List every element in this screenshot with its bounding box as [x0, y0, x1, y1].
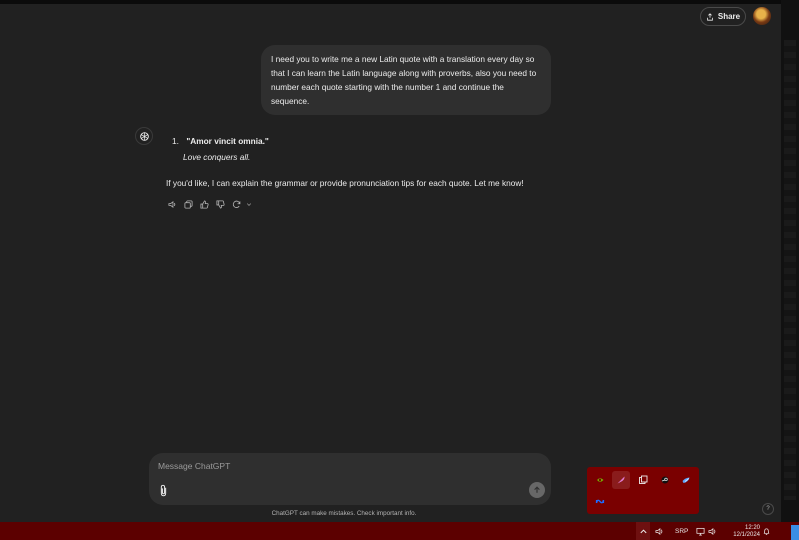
- notification-bell-icon[interactable]: [762, 522, 771, 540]
- assistant-followup: If you'd like, I can explain the grammar…: [166, 178, 524, 188]
- window-top-edge: [0, 0, 799, 4]
- send-button[interactable]: [529, 482, 545, 498]
- quote-number: 1.: [172, 136, 179, 146]
- bird-icon[interactable]: [677, 471, 695, 489]
- arrow-up-icon: [534, 486, 540, 493]
- chevron-up-icon: [639, 528, 647, 533]
- message-actions: [166, 198, 252, 210]
- clock-time: 12:20: [744, 525, 760, 531]
- copy-icon[interactable]: [182, 198, 194, 210]
- share-button[interactable]: Share: [700, 7, 746, 26]
- feather-icon[interactable]: [612, 471, 630, 489]
- desktop-wallpaper-strip: [784, 40, 796, 500]
- language-indicator[interactable]: SRP: [675, 522, 688, 540]
- regenerate-icon[interactable]: [230, 198, 242, 210]
- share-label: Share: [717, 12, 741, 21]
- user-message: I need you to write me a new Latin quote…: [261, 45, 551, 115]
- thumbs-up-icon[interactable]: [198, 198, 210, 210]
- quote-item: 1. "Amor vincit omnia.": [172, 136, 269, 146]
- copy-app-icon[interactable]: [634, 471, 652, 489]
- windows-taskbar: SRP 12:20 12/1/2024: [0, 522, 799, 540]
- chatgpt-logo-icon: [135, 127, 153, 145]
- network-icon[interactable]: [696, 522, 705, 540]
- paperclip-icon[interactable]: [158, 484, 169, 497]
- tray-overflow-popup: [587, 467, 699, 514]
- message-composer: [149, 453, 551, 505]
- speaker-tray-icon[interactable]: [655, 522, 664, 540]
- disclaimer-text: ChatGPT can make mistakes. Check importa…: [271, 510, 417, 517]
- nvidia-icon[interactable]: [591, 471, 609, 489]
- help-button[interactable]: ?: [762, 503, 774, 515]
- desktop-edge: [781, 0, 799, 522]
- clock-date: 12/1/2024: [733, 532, 760, 538]
- meta-icon[interactable]: [591, 492, 609, 510]
- avatar[interactable]: [753, 7, 771, 25]
- speaker-icon[interactable]: [166, 198, 178, 210]
- share-icon: [707, 12, 713, 21]
- steam-like-icon[interactable]: [656, 471, 674, 489]
- taskbar-clock[interactable]: 12:20 12/1/2024: [728, 525, 760, 539]
- tray-overflow-button[interactable]: [636, 522, 650, 540]
- chevron-down-icon[interactable]: [246, 198, 252, 210]
- quote-translation: Love conquers all.: [183, 152, 251, 162]
- quote-latin: "Amor vincit omnia.": [186, 136, 269, 146]
- volume-icon[interactable]: [708, 522, 717, 540]
- thumbs-down-icon[interactable]: [214, 198, 226, 210]
- message-input[interactable]: [158, 459, 498, 473]
- show-desktop-button[interactable]: [791, 525, 799, 540]
